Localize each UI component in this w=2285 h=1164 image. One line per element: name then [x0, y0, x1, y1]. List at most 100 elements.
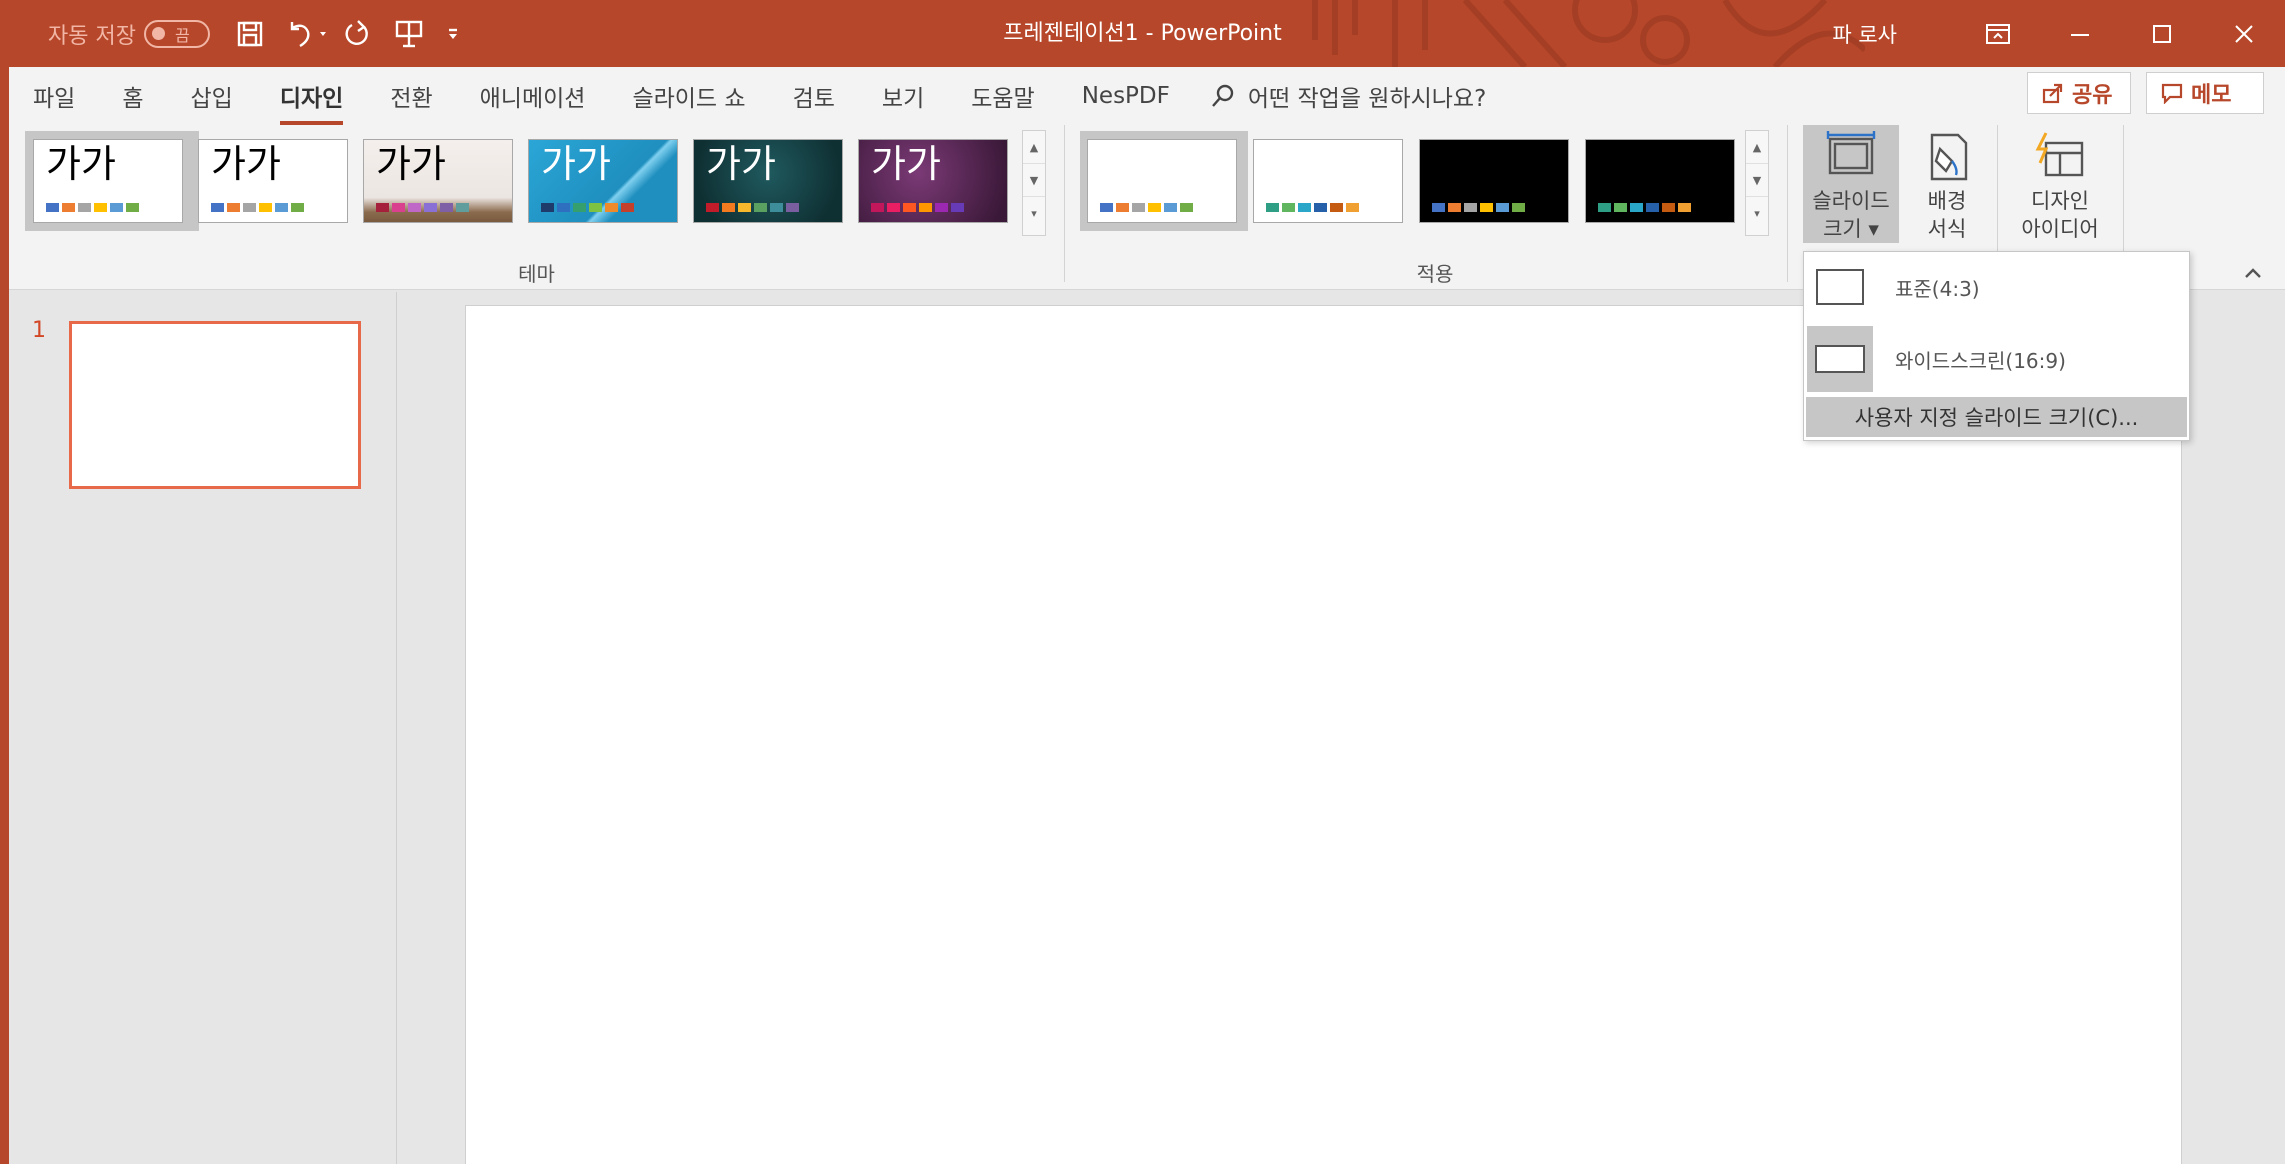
tab-nespdf[interactable]: NesPDF — [1082, 83, 1170, 109]
tab-file[interactable]: 파일 — [33, 79, 75, 113]
tab-view[interactable]: 보기 — [882, 79, 924, 113]
comments-button[interactable]: 메모 — [2146, 72, 2264, 114]
ribbon-display-icon[interactable] — [1957, 0, 2039, 67]
color-swatch — [1512, 203, 1525, 212]
theme-color-swatches — [706, 203, 799, 212]
share-label: 공유 — [2072, 83, 2113, 108]
widescreen-option-label: 와이드스크린(16:9) — [1895, 348, 2066, 373]
tab-transitions[interactable]: 전환 — [390, 79, 432, 113]
variants-gallery-scroll: ▲ ▼ ▾ — [1745, 130, 1769, 236]
variant-thumbnail[interactable] — [1585, 139, 1735, 223]
gallery-scroll-down-icon[interactable]: ▼ — [1023, 164, 1045, 197]
tab-animations[interactable]: 애니메이션 — [480, 79, 586, 113]
tab-review[interactable]: 검토 — [793, 79, 835, 113]
variants-more-icon[interactable]: ▾ — [1746, 197, 1768, 230]
color-swatch — [1678, 203, 1691, 212]
color-swatch — [275, 203, 288, 212]
gallery-scroll-up-icon[interactable]: ▲ — [1023, 131, 1045, 164]
color-swatch — [456, 203, 469, 212]
slide-size-menu: 표준(4:3) 와이드스크린(16:9) 사용자 지정 슬라이드 크기(C)..… — [1803, 251, 2190, 441]
slide-size-button[interactable]: 슬라이드 크기 ▾ — [1803, 125, 1899, 243]
color-swatch — [903, 203, 916, 212]
color-swatch — [589, 203, 602, 212]
title-bar: 자동 저장 끔 프레젠테이션1 - PowerPoint 파 로사 — [0, 0, 2285, 67]
window-controls: 파 로사 — [1832, 0, 2285, 67]
color-swatch — [887, 203, 900, 212]
theme-sample-text: 가가 — [376, 142, 446, 186]
theme-color-swatches — [541, 203, 634, 212]
color-swatch — [919, 203, 932, 212]
design-ideas-label-2: 아이디어 — [2021, 217, 2099, 241]
color-swatch — [1614, 203, 1627, 212]
color-swatch — [1646, 203, 1659, 212]
user-name[interactable]: 파 로사 — [1832, 19, 1897, 49]
tab-help[interactable]: 도움말 — [971, 79, 1034, 113]
design-ideas-label: 디자인 — [2031, 189, 2089, 213]
color-swatch — [1496, 203, 1509, 212]
color-swatch — [1164, 203, 1177, 212]
close-icon[interactable] — [2203, 0, 2285, 67]
variant-color-swatches — [1598, 203, 1691, 212]
tab-slideshow[interactable]: 슬라이드 쇼 — [632, 79, 745, 113]
slide-size-widescreen-option[interactable]: 와이드스크린(16:9) — [1804, 324, 2189, 394]
gallery-more-icon[interactable]: ▾ — [1023, 197, 1045, 230]
tab-design[interactable]: 디자인 — [279, 79, 344, 125]
color-swatch — [243, 203, 256, 212]
variant-thumbnail[interactable] — [1419, 139, 1569, 223]
color-swatch — [110, 203, 123, 212]
custom-slide-size-option[interactable]: 사용자 지정 슬라이드 크기(C)... — [1806, 397, 2187, 437]
color-swatch — [557, 203, 570, 212]
color-swatch — [1100, 203, 1113, 212]
collapse-ribbon-icon[interactable] — [2238, 258, 2268, 288]
theme-thumbnail[interactable]: 가가 — [693, 139, 843, 223]
theme-color-swatches — [376, 203, 469, 212]
format-background-button[interactable]: 배경 서식 — [1905, 125, 1989, 243]
tell-me-search[interactable]: 어떤 작업을 원하시나요? — [1210, 79, 1486, 113]
memo-label: 메모 — [2191, 83, 2232, 108]
comment-icon — [2161, 83, 2183, 104]
slide-size-label-2: 크기 ▾ — [1823, 217, 1879, 241]
variant-thumbnail[interactable] — [1087, 139, 1237, 223]
theme-thumbnail[interactable]: 가가 — [363, 139, 513, 223]
variant-color-swatches — [1266, 203, 1359, 212]
theme-thumbnail[interactable]: 가가 — [198, 139, 348, 223]
maximize-icon[interactable] — [2121, 0, 2203, 67]
color-swatch — [94, 203, 107, 212]
color-swatch — [1116, 203, 1129, 212]
tab-insert[interactable]: 삽입 — [191, 79, 233, 113]
format-background-label-2: 서식 — [1927, 217, 1967, 241]
variant-thumbnail[interactable] — [1253, 139, 1403, 223]
color-swatch — [1480, 203, 1493, 212]
variants-scroll-up-icon[interactable]: ▲ — [1746, 131, 1768, 164]
color-swatch — [706, 203, 719, 212]
theme-thumbnail[interactable]: 가가 — [528, 139, 678, 223]
minimize-icon[interactable] — [2039, 0, 2121, 67]
tab-home[interactable]: 홈 — [122, 79, 143, 113]
theme-color-swatches — [871, 203, 964, 212]
color-swatch — [1132, 203, 1145, 212]
color-swatch — [1464, 203, 1477, 212]
theme-sample-text: 가가 — [211, 142, 281, 186]
design-ideas-button[interactable]: 디자인 아이디어 — [2005, 125, 2115, 243]
color-swatch — [227, 203, 240, 212]
color-swatch — [1266, 203, 1279, 212]
theme-sample-text: 가가 — [706, 142, 776, 186]
variants-group-label: 적용 — [1416, 262, 1454, 286]
theme-sample-text: 가가 — [541, 142, 611, 186]
variant-color-swatches — [1100, 203, 1193, 212]
variants-scroll-down-icon[interactable]: ▼ — [1746, 164, 1768, 197]
color-swatch — [1148, 203, 1161, 212]
ribbon-separator — [1787, 125, 1788, 282]
theme-thumbnail[interactable]: 가가 — [33, 139, 183, 223]
variant-color-swatches — [1432, 203, 1525, 212]
color-swatch — [1662, 203, 1675, 212]
color-swatch — [722, 203, 735, 212]
color-swatch — [541, 203, 554, 212]
slide-thumbnail[interactable] — [69, 321, 361, 489]
format-background-icon — [1930, 133, 1968, 181]
theme-color-swatches — [211, 203, 304, 212]
theme-thumbnail[interactable]: 가가 — [858, 139, 1008, 223]
color-swatch — [424, 203, 437, 212]
share-button[interactable]: 공유 — [2027, 72, 2131, 114]
slide-size-standard-option[interactable]: 표준(4:3) — [1804, 252, 2189, 322]
